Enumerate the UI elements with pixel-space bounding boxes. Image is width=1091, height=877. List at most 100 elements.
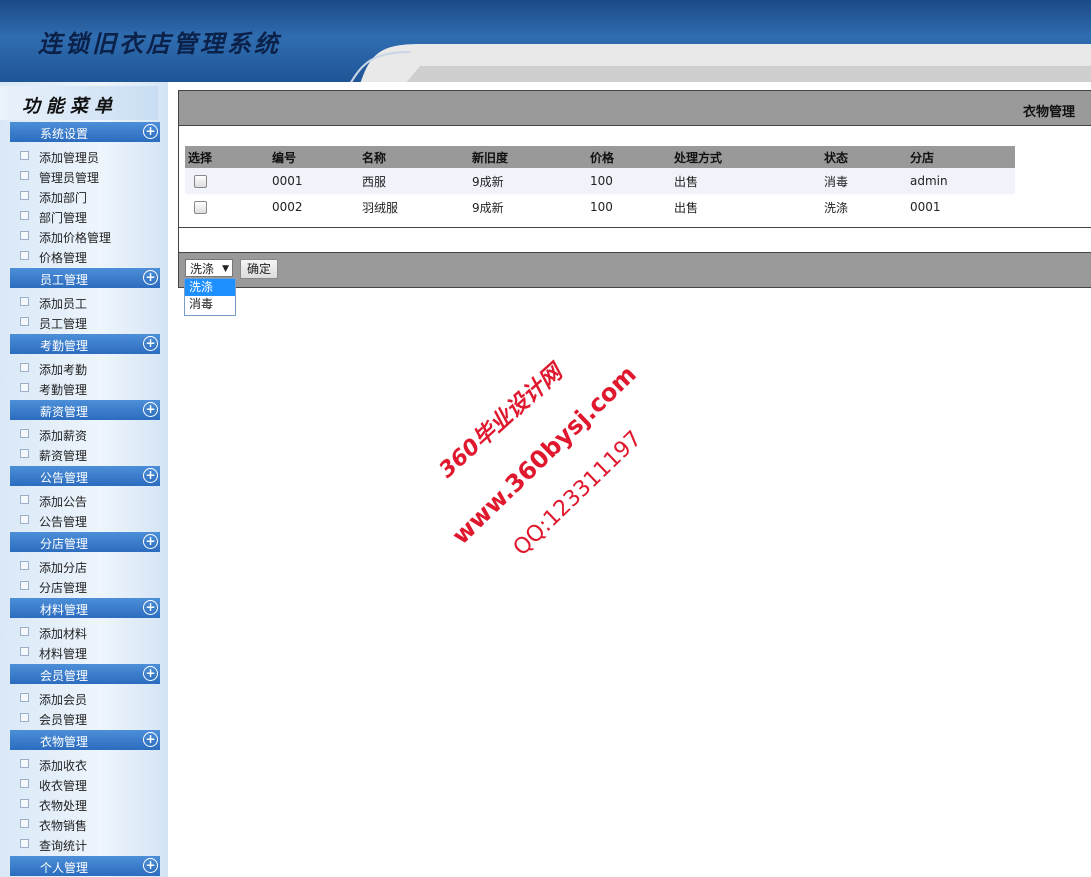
sidebar-category[interactable]: 会员管理 + xyxy=(10,664,160,684)
table-header-row: 选择 编号 名称 新旧度 价格 处理方式 状态 分店 xyxy=(185,146,1015,168)
sidebar-category[interactable]: 个人管理 + xyxy=(10,856,160,876)
sidebar-item-label: 添加会员 xyxy=(39,693,88,707)
sidebar-category[interactable]: 考勤管理 + xyxy=(10,334,160,354)
sidebar-item[interactable]: 考勤管理 xyxy=(20,378,160,398)
select-option-wash[interactable]: 洗涤 xyxy=(185,279,235,296)
select-cell xyxy=(185,194,269,220)
row-checkbox[interactable] xyxy=(194,201,207,214)
sidebar-item[interactable]: 添加薪资 xyxy=(20,424,160,444)
table-cell: 出售 xyxy=(674,200,699,215)
sidebar-category[interactable]: 分店管理 + xyxy=(10,532,160,552)
tree-bullet-icon xyxy=(20,799,29,808)
sidebar-item[interactable]: 员工管理 xyxy=(20,312,160,332)
watermark-line-3: QQ:123311197 xyxy=(508,426,647,561)
col-header: 新旧度 xyxy=(469,146,587,168)
table-cell: 0001 xyxy=(269,168,359,194)
sidebar-item[interactable]: 衣物处理 xyxy=(20,794,160,814)
sidebar: 功能菜单 系统设置 + 添加管理员 管理员管理 添加部门 部门管理 添加价格管理 价格管理 员工… xyxy=(0,82,168,877)
sidebar-item[interactable]: 会员管理 xyxy=(20,708,160,728)
sidebar-item-label: 添加价格管理 xyxy=(39,231,112,245)
sidebar-category[interactable]: 公告管理 + xyxy=(10,466,160,486)
expand-plus-icon[interactable]: + xyxy=(143,336,158,351)
col-header: 名称 xyxy=(359,146,469,168)
sidebar-item[interactable]: 添加价格管理 xyxy=(20,226,160,246)
sidebar-item[interactable]: 添加分店 xyxy=(20,556,160,576)
expand-plus-icon[interactable]: + xyxy=(143,270,158,285)
tree-bullet-icon xyxy=(20,171,29,180)
table-cell: 9成新 xyxy=(469,168,587,194)
tree-bullet-icon xyxy=(20,839,29,848)
expand-plus-icon[interactable]: + xyxy=(143,124,158,139)
sidebar-item[interactable]: 管理员管理 xyxy=(20,166,160,186)
table-cell: 9成新 xyxy=(472,200,504,215)
tree-bullet-icon xyxy=(20,191,29,200)
expand-plus-icon[interactable]: + xyxy=(143,666,158,681)
tree-bullet-icon xyxy=(20,647,29,656)
tree-bullet-icon xyxy=(20,515,29,524)
sidebar-category-label: 公告管理 xyxy=(40,471,89,485)
tree-bullet-icon xyxy=(20,561,29,570)
tree-bullet-icon xyxy=(20,297,29,306)
confirm-button[interactable]: 确定 xyxy=(240,259,278,279)
sidebar-item-label: 考勤管理 xyxy=(39,383,88,397)
col-header: 状态 xyxy=(821,146,907,168)
sidebar-item[interactable]: 收衣管理 xyxy=(20,774,160,794)
sidebar-item[interactable]: 部门管理 xyxy=(20,206,160,226)
table-cell: 0002 xyxy=(272,200,303,214)
sidebar-item-label: 衣物处理 xyxy=(39,799,88,813)
sidebar-item-label: 员工管理 xyxy=(39,317,88,331)
tree-bullet-icon xyxy=(20,231,29,240)
col-header: 选择 xyxy=(185,146,269,168)
sidebar-item-label: 添加公告 xyxy=(39,495,88,509)
row-checkbox[interactable] xyxy=(194,175,207,188)
sidebar-item[interactable]: 价格管理 xyxy=(20,246,160,266)
tree-bullet-icon xyxy=(20,211,29,220)
sidebar-category-label: 会员管理 xyxy=(40,669,89,683)
clothes-table: 选择 编号 名称 新旧度 价格 处理方式 状态 分店 0001 西服 9成新 1… xyxy=(185,146,1015,220)
sidebar-item-label: 分店管理 xyxy=(39,581,88,595)
expand-plus-icon[interactable]: + xyxy=(143,402,158,417)
expand-plus-icon[interactable]: + xyxy=(143,534,158,549)
sidebar-item[interactable]: 公告管理 xyxy=(20,510,160,530)
sidebar-category[interactable]: 系统设置 + xyxy=(10,122,160,142)
action-bar: 洗涤 ▼ 确定 xyxy=(179,252,1091,287)
expand-plus-icon[interactable]: + xyxy=(143,732,158,747)
sidebar-item[interactable]: 材料管理 xyxy=(20,642,160,662)
menu-title-box: 功能菜单 xyxy=(0,86,158,120)
sidebar-item[interactable]: 添加考勤 xyxy=(20,358,160,378)
sidebar-item[interactable]: 添加部门 xyxy=(20,186,160,206)
process-select[interactable]: 洗涤 ▼ xyxy=(185,259,233,277)
sidebar-item[interactable]: 添加员工 xyxy=(20,292,160,312)
sidebar-item[interactable]: 添加材料 xyxy=(20,622,160,642)
tree-bullet-icon xyxy=(20,581,29,590)
sidebar-item[interactable]: 衣物销售 xyxy=(20,814,160,834)
sidebar-category[interactable]: 衣物管理 + xyxy=(10,730,160,750)
sidebar-item[interactable]: 添加收衣 xyxy=(20,754,160,774)
sidebar-category[interactable]: 材料管理 + xyxy=(10,598,160,618)
sidebar-category[interactable]: 薪资管理 + xyxy=(10,400,160,420)
tree-bullet-icon xyxy=(20,779,29,788)
panel-header: 衣物管理 xyxy=(179,91,1091,126)
sidebar-category-label: 衣物管理 xyxy=(40,735,89,749)
table-cell: 洗涤 xyxy=(824,200,849,215)
tree-bullet-icon xyxy=(20,429,29,438)
sidebar-item[interactable]: 分店管理 xyxy=(20,576,160,596)
expand-plus-icon[interactable]: + xyxy=(143,858,158,873)
tree-bullet-icon xyxy=(20,449,29,458)
sidebar-item[interactable]: 薪资管理 xyxy=(20,444,160,464)
expand-plus-icon[interactable]: + xyxy=(143,468,158,483)
sidebar-item[interactable]: 添加公告 xyxy=(20,490,160,510)
sidebar-item[interactable]: 查询统计 xyxy=(20,834,160,854)
select-option-disinfect[interactable]: 消毒 xyxy=(185,296,235,313)
tree-bullet-icon xyxy=(20,759,29,768)
sidebar-item-label: 收衣管理 xyxy=(39,779,88,793)
sidebar-category[interactable]: 员工管理 + xyxy=(10,268,160,288)
tree-bullet-icon xyxy=(20,317,29,326)
col-header: 价格 xyxy=(587,146,671,168)
table-cell: 羽绒服 xyxy=(362,200,399,215)
tree-bullet-icon xyxy=(20,693,29,702)
sidebar-item[interactable]: 添加管理员 xyxy=(20,146,160,166)
expand-plus-icon[interactable]: + xyxy=(143,600,158,615)
sidebar-item[interactable]: 添加会员 xyxy=(20,688,160,708)
select-cell xyxy=(185,168,269,194)
